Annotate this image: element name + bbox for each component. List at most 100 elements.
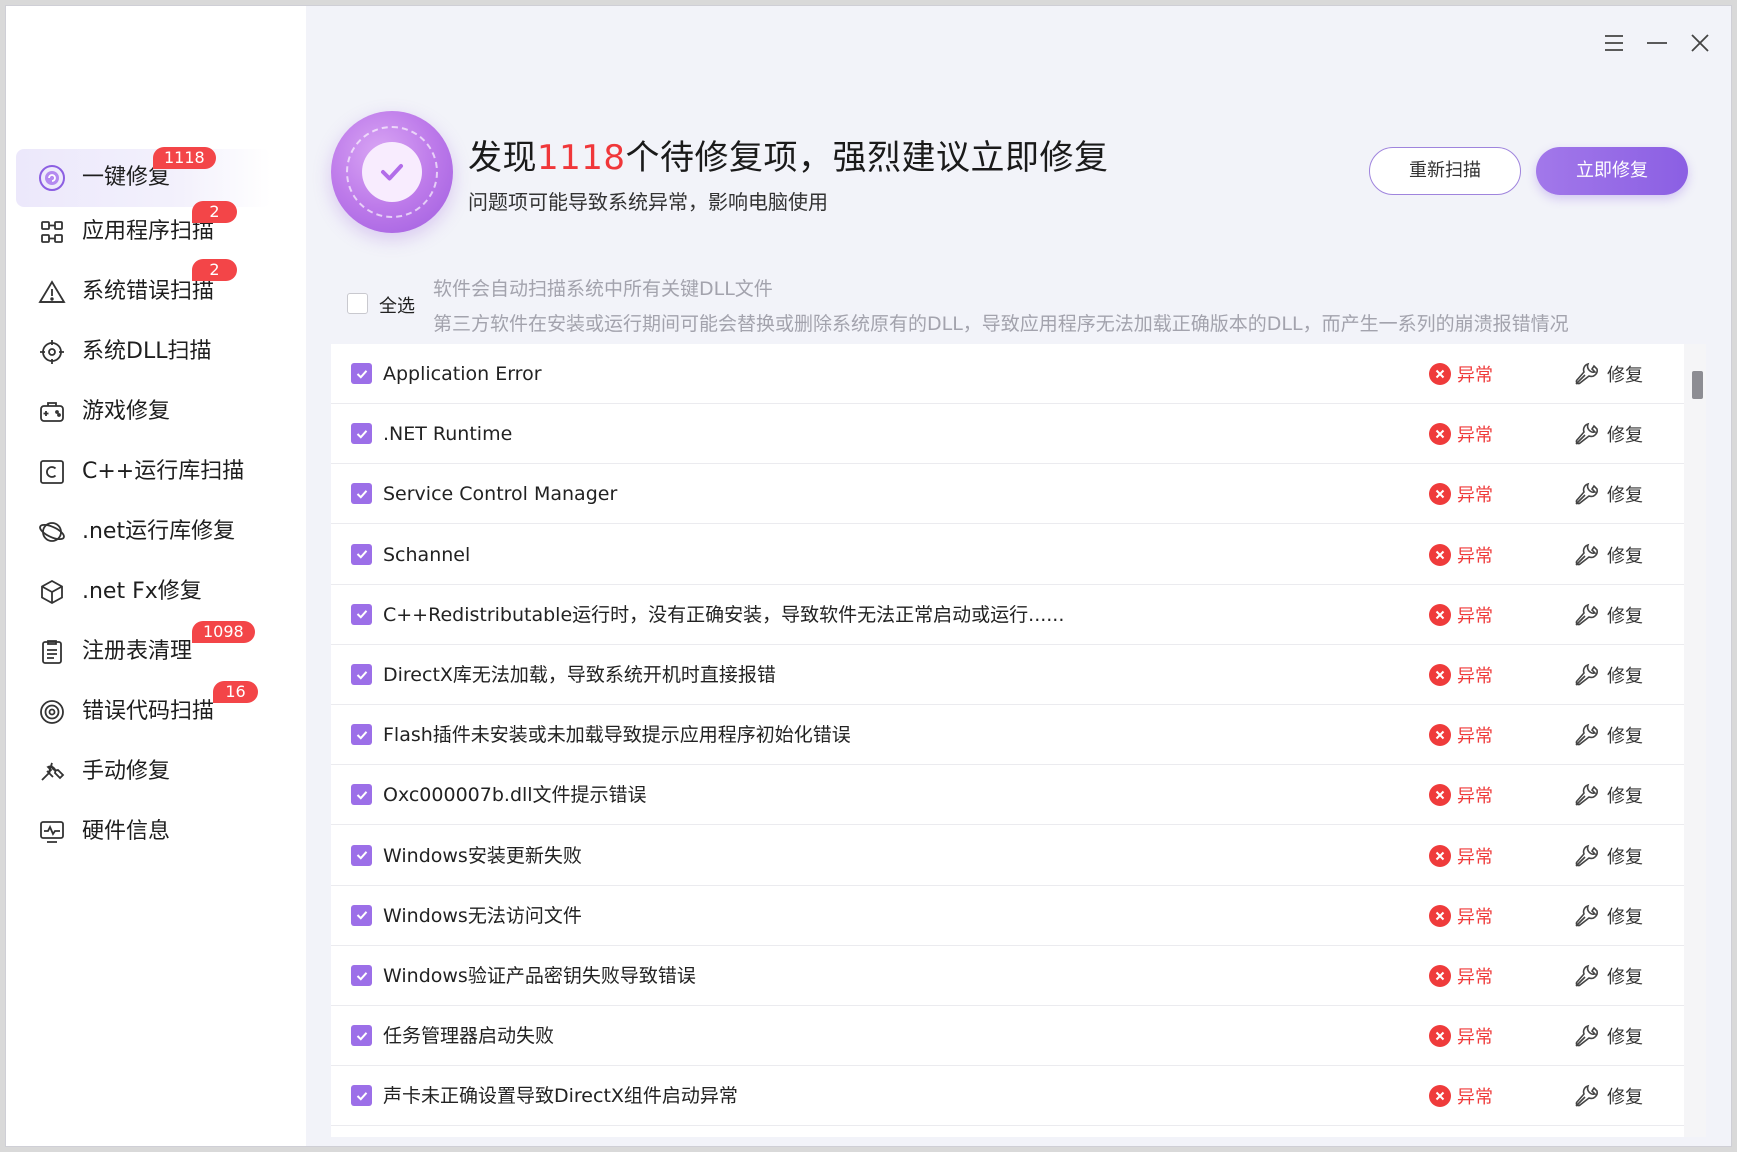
sidebar-item-label: .net Fx修复 (82, 579, 202, 604)
wrench-icon (1575, 964, 1598, 987)
menu-button[interactable] (1599, 28, 1629, 58)
repair-button[interactable]: 修复 (1573, 344, 1643, 404)
sidebar-item-cpp-runtime-scan[interactable]: C++运行库扫描 (16, 443, 271, 501)
row-checkbox[interactable] (351, 603, 372, 625)
repair-button[interactable]: 修复 (1573, 886, 1643, 946)
sidebar-item-system-error-scan[interactable]: 系统错误扫描 2 (16, 259, 271, 321)
scrollbar-track[interactable] (1684, 344, 1706, 1137)
row-checkbox[interactable] (351, 543, 372, 565)
row-checkbox[interactable] (351, 1025, 372, 1047)
count-badge: 1118 (153, 147, 216, 169)
repair-button[interactable]: 修复 (1573, 404, 1643, 464)
row-checkbox[interactable] (351, 363, 372, 384)
error-x-icon (1429, 1025, 1451, 1048)
repair-button[interactable]: 修复 (1573, 765, 1643, 825)
clipboard-list-icon (38, 638, 66, 666)
status-text: 异常 (1457, 425, 1493, 447)
status-text: 异常 (1457, 846, 1493, 868)
sidebar-item-label: .net运行库修复 (82, 519, 236, 544)
close-button[interactable] (1685, 28, 1715, 58)
wrench-icon (1575, 904, 1598, 927)
sidebar-item-game-repair[interactable]: 游戏修复 (16, 383, 271, 441)
sidebar-item-one-click-repair[interactable]: 一键修复 1118 (16, 147, 271, 207)
status-text: 异常 (1457, 545, 1493, 567)
row-checkbox[interactable] (351, 965, 372, 986)
minimize-button[interactable] (1642, 28, 1672, 58)
row-checkbox[interactable] (351, 784, 372, 806)
sidebar-item-app-scan[interactable]: 应用程序扫描 2 (16, 201, 271, 261)
status-badge: 异常 (1429, 705, 1493, 765)
issue-name: Application Error (383, 363, 542, 385)
checkmark-icon (356, 971, 367, 981)
sidebar-item-net-fx-repair[interactable]: .net Fx修复 (16, 563, 271, 621)
sidebar-item-label: 错误代码扫描 (82, 699, 215, 724)
select-all-label[interactable]: 全选 (379, 292, 415, 318)
checkmark-icon (356, 429, 367, 439)
row-checkbox[interactable] (351, 1085, 372, 1107)
repair-label: 修复 (1607, 485, 1643, 507)
count-badge: 16 (213, 681, 258, 703)
sidebar-item-system-dll-scan[interactable]: 系统DLL扫描 (16, 323, 271, 381)
rescan-button[interactable]: 重新扫描 (1369, 147, 1521, 195)
row-checkbox[interactable] (351, 904, 372, 926)
row-checkbox[interactable] (351, 844, 372, 866)
sidebar-item-hardware-info[interactable]: 硬件信息 (16, 803, 271, 861)
repair-button[interactable]: 修复 (1573, 1066, 1643, 1126)
table-row: Windows无法访问文件 异常 修复 (331, 886, 1684, 946)
issue-name: .NET Runtime (383, 423, 513, 446)
wrench-icon (1575, 844, 1598, 867)
sidebar-item-manual-repair[interactable]: 手动修复 (16, 743, 271, 801)
checkmark-icon (356, 911, 367, 920)
checkmark-icon (356, 550, 367, 559)
row-checkbox[interactable] (351, 664, 372, 685)
row-checkbox[interactable] (351, 423, 372, 445)
status-text: 异常 (1457, 365, 1493, 386)
close-icon (1691, 34, 1709, 52)
issue-name: Windows无法访问文件 (383, 904, 582, 927)
table-row: Application Error 异常 修复 (331, 344, 1684, 404)
repair-button[interactable]: 修复 (1573, 946, 1643, 1006)
row-checkbox[interactable] (351, 483, 372, 505)
repair-button[interactable]: 修复 (1573, 705, 1643, 765)
cube-icon (38, 578, 66, 606)
issue-name: 任务管理器启动失败 (383, 1025, 555, 1048)
status-badge: 异常 (1429, 1006, 1493, 1066)
info-text-line2: 第三方软件在安装或运行期间可能会替换或删除系统原有的DLL，导致应用程序无法加载… (433, 313, 1569, 335)
issue-name: 声卡未正确设置导致DirectX组件启动异常 (383, 1085, 738, 1108)
scrollbar-thumb[interactable] (1692, 371, 1703, 399)
wrench-icon (1575, 603, 1598, 626)
checkmark-icon (356, 369, 367, 379)
issue-name: Schannel (383, 543, 471, 566)
table-row: Oxc000007b.dll文件提示错误 异常 修复 (331, 765, 1684, 826)
sidebar-item-registry-clean[interactable]: 注册表清理 1098 (16, 621, 271, 681)
hand-tool-icon (38, 758, 66, 786)
sidebar-item-net-runtime-repair[interactable]: .net运行库修复 (16, 503, 271, 561)
error-x-icon (1429, 483, 1451, 506)
repair-button[interactable]: 修复 (1573, 464, 1643, 524)
status-badge: 异常 (1429, 464, 1493, 524)
row-checkbox[interactable] (351, 724, 372, 746)
status-badge: 异常 (1429, 826, 1493, 886)
repair-button[interactable]: 修复 (1573, 525, 1643, 585)
count-badge: 1098 (192, 621, 255, 643)
repair-button[interactable]: 修复 (1573, 826, 1643, 886)
table-row: Windows验证产品密钥失败导致错误 异常 修复 (331, 946, 1684, 1006)
issue-name: Windows验证产品密钥失败导致错误 (383, 965, 696, 987)
title-suffix: 个待修复项，强烈建议立即修复 (625, 138, 1109, 178)
sidebar-item-error-code-scan[interactable]: 错误代码扫描 16 (16, 681, 271, 741)
select-all-checkbox[interactable] (347, 293, 368, 314)
repair-button[interactable]: 修复 (1573, 645, 1643, 705)
issue-name: C++Redistributable运行时，没有正确安装，导致软件无法正常启动或… (383, 603, 1065, 626)
sidebar-item-label: 注册表清理 (82, 639, 193, 664)
status-text: 异常 (1457, 666, 1493, 687)
one-click-repair-icon (38, 164, 66, 192)
error-x-icon (1429, 724, 1451, 747)
repair-button[interactable]: 修复 (1573, 585, 1643, 645)
checkmark-icon (356, 1092, 367, 1101)
repair-button[interactable]: 修复 (1573, 1006, 1643, 1066)
status-text: 异常 (1457, 967, 1493, 988)
page-title: 发现1118个待修复项，强烈建议立即修复 (468, 130, 1109, 179)
repair-label: 修复 (1607, 726, 1643, 748)
repair-label: 修复 (1607, 365, 1643, 386)
fix-now-button[interactable]: 立即修复 (1536, 147, 1688, 195)
